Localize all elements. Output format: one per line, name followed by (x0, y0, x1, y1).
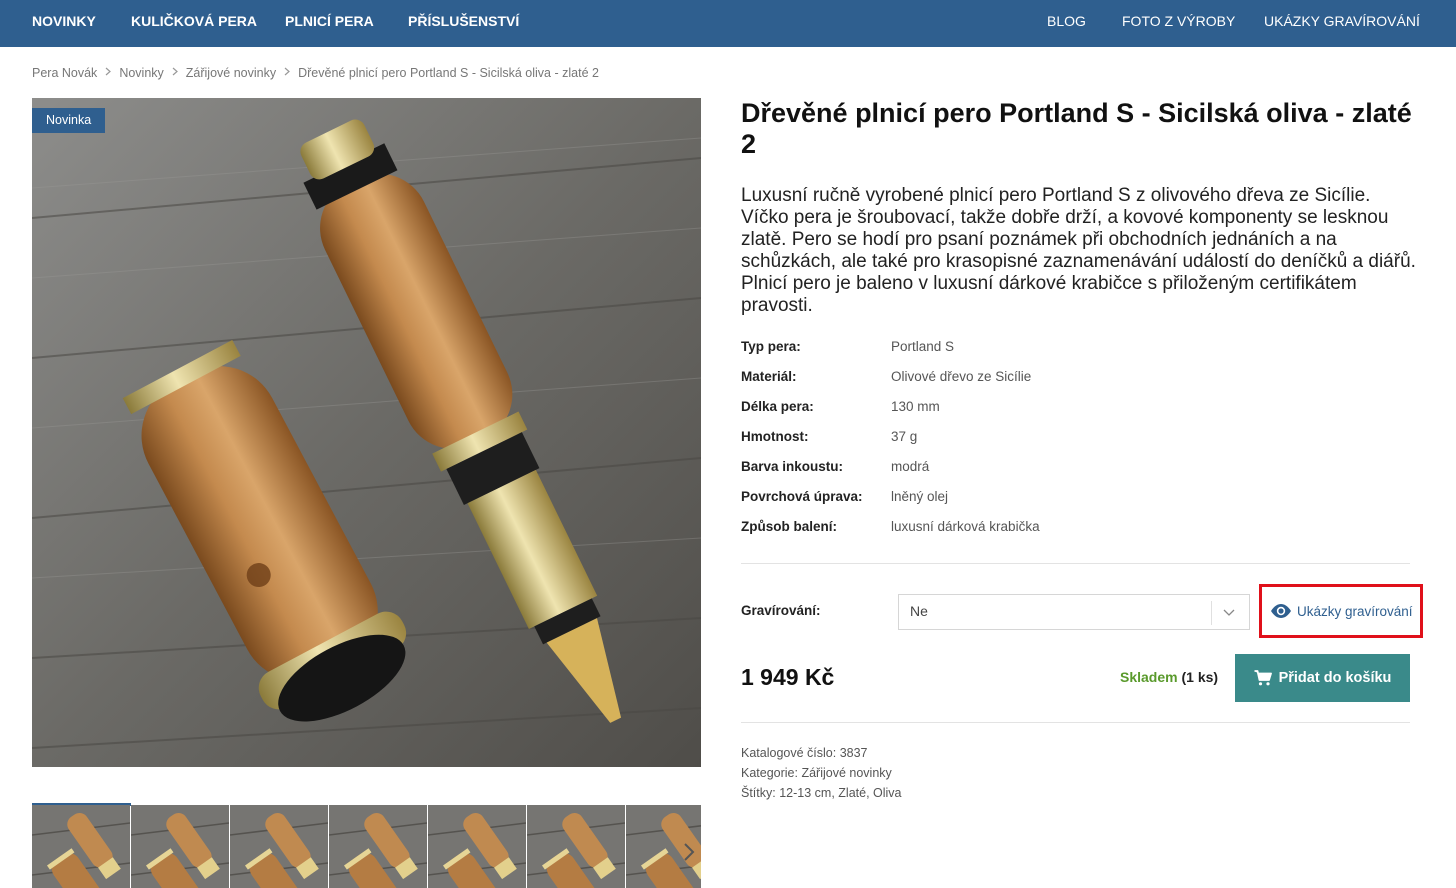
catalog-number-row: Katalogové číslo: 3837 (741, 743, 902, 763)
thumbnail[interactable] (428, 805, 526, 888)
product-meta: Katalogové číslo: 3837 Kategorie: Zářijo… (741, 743, 902, 803)
nav-foto-z-vyroby[interactable]: FOTO Z VÝROBY (1122, 0, 1235, 43)
product-main-image[interactable] (32, 98, 701, 767)
chevron-right-icon (284, 67, 291, 79)
tag-link[interactable]: Oliva (873, 786, 901, 800)
breadcrumb: Pera Novák Novinky Zářijové novinky Dřev… (32, 64, 599, 82)
breadcrumb-home[interactable]: Pera Novák (32, 66, 97, 80)
thumbnail-strip (32, 805, 701, 888)
spec-label: Délka pera: (741, 399, 814, 414)
spec-row: Způsob balení: luxusní dárková krabička (741, 517, 1411, 547)
spec-label: Materiál: (741, 369, 797, 384)
category-link[interactable]: Zářijové novinky (801, 766, 891, 780)
divider (741, 722, 1410, 723)
spec-label: Hmotnost: (741, 429, 809, 444)
tags-label: Štítky: (741, 786, 776, 800)
stock-status-text: Skladem (1120, 669, 1178, 685)
add-to-cart-label: Přidat do košíku (1278, 670, 1392, 686)
thumbnail[interactable] (329, 805, 427, 888)
nav-blog[interactable]: BLOG (1047, 0, 1086, 43)
chevron-right-icon (172, 67, 178, 79)
nav-prislusenstvi[interactable]: PŘÍSLUŠENSTVÍ (408, 0, 519, 43)
engraving-select-value: Ne (910, 603, 928, 619)
nav-novinky[interactable]: NOVINKY (32, 0, 96, 43)
spec-value: luxusní dárková krabička (891, 519, 1040, 534)
nav-ukazky-gravirovani[interactable]: UKÁZKY GRAVÍROVÁNÍ (1264, 0, 1420, 43)
engraving-samples-link[interactable]: Ukázky gravírování (1270, 601, 1413, 621)
spec-value: modrá (891, 459, 930, 474)
tags-row: Štítky: 12-13 cm, Zlaté, Oliva (741, 786, 902, 800)
spec-row: Hmotnost: 37 g (741, 427, 1411, 457)
thumbnail[interactable] (32, 805, 130, 888)
spec-value: 37 g (891, 429, 918, 444)
category-label: Kategorie: (741, 766, 798, 780)
category-row: Kategorie: Zářijové novinky (741, 763, 902, 783)
tag-link[interactable]: 12-13 cm (779, 786, 831, 800)
spec-value: Olivové dřevo ze Sicílie (891, 369, 1032, 384)
spec-row: Typ pera: Portland S (741, 337, 1411, 367)
product-title: Dřevěné plnicí pero Portland S - Sicilsk… (741, 98, 1412, 159)
spec-row: Povrchová úprava: lněný olej (741, 487, 1411, 517)
nav-kulickova-pera[interactable]: KULIČKOVÁ PERA (131, 0, 257, 43)
divider (741, 563, 1410, 564)
spec-table: Typ pera: Portland S Materiál: Olivové d… (741, 337, 1411, 547)
nav-plnici-pera[interactable]: PLNICÍ PERA (285, 0, 374, 43)
spec-label: Způsob balení: (741, 519, 837, 534)
spec-row: Materiál: Olivové dřevo ze Sicílie (741, 367, 1411, 397)
spec-value: Portland S (891, 339, 955, 354)
stock-status: Skladem (1 ks) (1120, 669, 1218, 685)
spec-label: Typ pera: (741, 339, 801, 354)
thumbnail[interactable] (230, 805, 328, 888)
chevron-right-icon (684, 843, 695, 861)
catalog-number-label: Katalogové číslo: (741, 746, 837, 760)
product-description: Luxusní ručně vyrobené plnicí pero Portl… (741, 185, 1416, 316)
engraving-label: Gravírování: (741, 603, 821, 618)
chevron-right-icon (105, 67, 112, 79)
top-navigation: NOVINKY KULIČKOVÁ PERA PLNICÍ PERA PŘÍSL… (0, 0, 1456, 47)
spec-label: Barva inkoustu: (741, 459, 844, 474)
catalog-number-value: 3837 (839, 746, 868, 760)
engraving-samples-label: Ukázky gravírování (1297, 603, 1413, 619)
thumbnails-next-button[interactable] (678, 836, 700, 868)
add-to-cart-button[interactable]: Přidat do košíku (1235, 654, 1410, 702)
spec-row: Délka pera: 130 mm (741, 397, 1411, 427)
tag-link[interactable]: Zlaté (838, 786, 866, 800)
product-price: 1 949 Kč (741, 664, 835, 690)
breadcrumb-current: Dřevěné plnicí pero Portland S - Sicilsk… (298, 66, 599, 80)
breadcrumb-zarijove-novinky[interactable]: Zářijové novinky (186, 66, 276, 80)
engraving-select[interactable]: Ne (898, 594, 1250, 630)
thumbnail[interactable] (527, 805, 625, 888)
breadcrumb-novinky[interactable]: Novinky (119, 66, 163, 80)
select-separator (1211, 601, 1212, 625)
spec-row: Barva inkoustu: modrá (741, 457, 1411, 487)
stock-quantity: (1 ks) (1181, 669, 1219, 685)
spec-value: 130 mm (891, 399, 940, 414)
cart-icon (1254, 670, 1272, 686)
thumbnail[interactable] (131, 805, 229, 888)
new-badge: Novinka (32, 108, 106, 133)
eye-icon (1271, 604, 1291, 618)
spec-value: lněný olej (891, 489, 949, 504)
spec-label: Povrchová úprava: (741, 489, 863, 504)
chevron-down-icon (1223, 609, 1235, 616)
